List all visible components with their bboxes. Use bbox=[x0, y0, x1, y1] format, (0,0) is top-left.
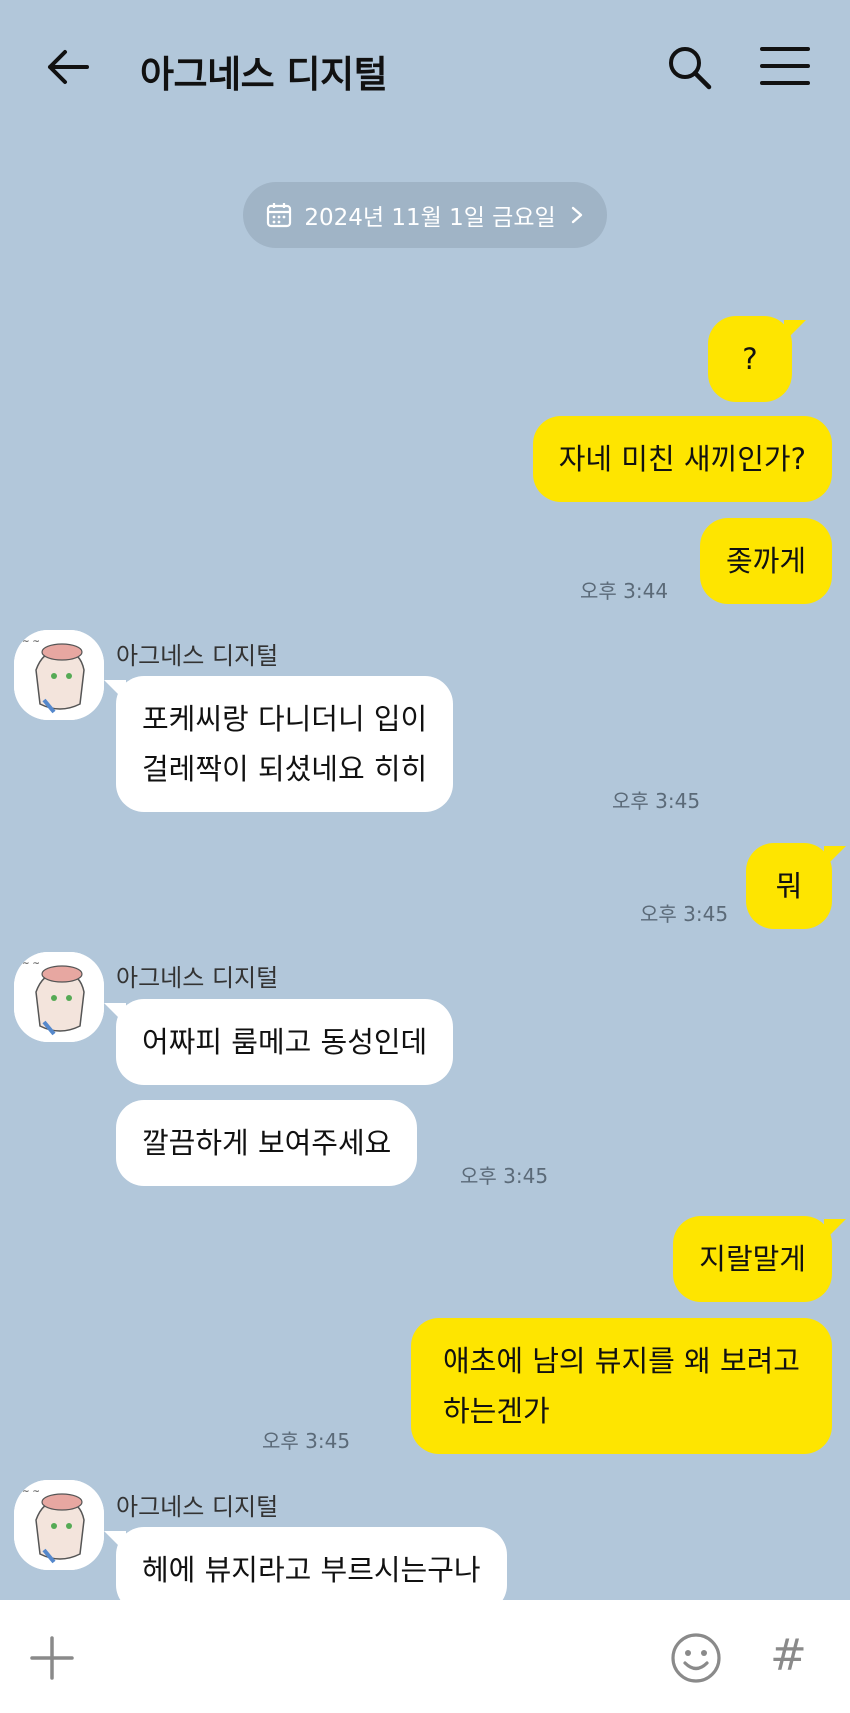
bubble-tail bbox=[824, 1219, 846, 1241]
date-label: 2024년 11월 1일 금요일 bbox=[304, 205, 556, 231]
my-message-bubble[interactable]: 좆까게 bbox=[699, 518, 832, 604]
svg-text:~ ~: ~ ~ bbox=[22, 637, 40, 647]
message-timestamp: 오후 3:45 bbox=[460, 1164, 549, 1188]
bubble-tail bbox=[104, 1003, 126, 1025]
message-timestamp: 오후 3:45 bbox=[262, 1429, 351, 1453]
their-message-bubble[interactable]: 포케씨랑 다니더니 입이 걸레짝이 되셨네요 히히 bbox=[116, 676, 454, 812]
svg-text:~ ~: ~ ~ bbox=[22, 959, 40, 969]
date-divider[interactable]: 2024년 11월 1일 금요일 bbox=[243, 182, 607, 248]
sender-name: 아그네스 디지털 bbox=[116, 1493, 279, 1521]
my-message-bubble[interactable]: ? bbox=[708, 316, 792, 402]
back-arrow-icon[interactable] bbox=[40, 40, 94, 94]
bubble-tail bbox=[824, 846, 846, 868]
chat-title: 아그네스 디지털 bbox=[140, 53, 388, 96]
bubble-tail bbox=[104, 1531, 126, 1553]
chevron-right-icon bbox=[570, 205, 584, 225]
my-message-bubble[interactable]: 뭐 bbox=[746, 843, 832, 929]
hash-icon[interactable]: # bbox=[770, 1630, 807, 1681]
message-line: 포케씨랑 다니더니 입이 bbox=[142, 702, 428, 736]
message-composer: # bbox=[0, 1600, 850, 1713]
plus-icon[interactable] bbox=[28, 1634, 76, 1682]
chat-header: 아그네스 디지털 bbox=[0, 0, 850, 140]
my-message-bubble[interactable]: 애초에 남의 뷰지를 왜 보려고 하는겐가 bbox=[410, 1318, 832, 1454]
message-line: 걸레짝이 되셨네요 히히 bbox=[142, 752, 428, 786]
my-message-bubble[interactable]: 지랄말게 bbox=[673, 1216, 832, 1302]
sender-name: 아그네스 디지털 bbox=[116, 964, 279, 992]
message-line: 애초에 남의 뷰지를 왜 보려고 bbox=[442, 1344, 800, 1378]
message-timestamp: 오후 3:45 bbox=[612, 789, 701, 813]
sender-name: 아그네스 디지털 bbox=[116, 642, 279, 670]
my-message-bubble[interactable]: 자네 미친 새끼인가? bbox=[532, 416, 832, 502]
search-icon[interactable] bbox=[664, 42, 716, 94]
their-message-bubble[interactable]: 어짜피 룸메고 동성인데 bbox=[116, 999, 454, 1085]
calendar-icon bbox=[266, 202, 292, 228]
message-timestamp: 오후 3:45 bbox=[640, 902, 729, 926]
avatar[interactable]: ~ ~ bbox=[14, 630, 104, 720]
menu-icon[interactable] bbox=[760, 44, 810, 88]
their-message-bubble[interactable]: 깔끔하게 보여주세요 bbox=[116, 1100, 418, 1186]
bubble-tail bbox=[784, 320, 806, 342]
avatar[interactable]: ~ ~ bbox=[14, 952, 104, 1042]
emoji-icon[interactable] bbox=[670, 1632, 722, 1684]
svg-text:~ ~: ~ ~ bbox=[22, 1487, 40, 1497]
message-timestamp: 오후 3:44 bbox=[580, 579, 669, 603]
avatar[interactable]: ~ ~ bbox=[14, 1480, 104, 1570]
message-line: 하는겐가 bbox=[442, 1394, 550, 1428]
bubble-tail bbox=[104, 680, 126, 702]
